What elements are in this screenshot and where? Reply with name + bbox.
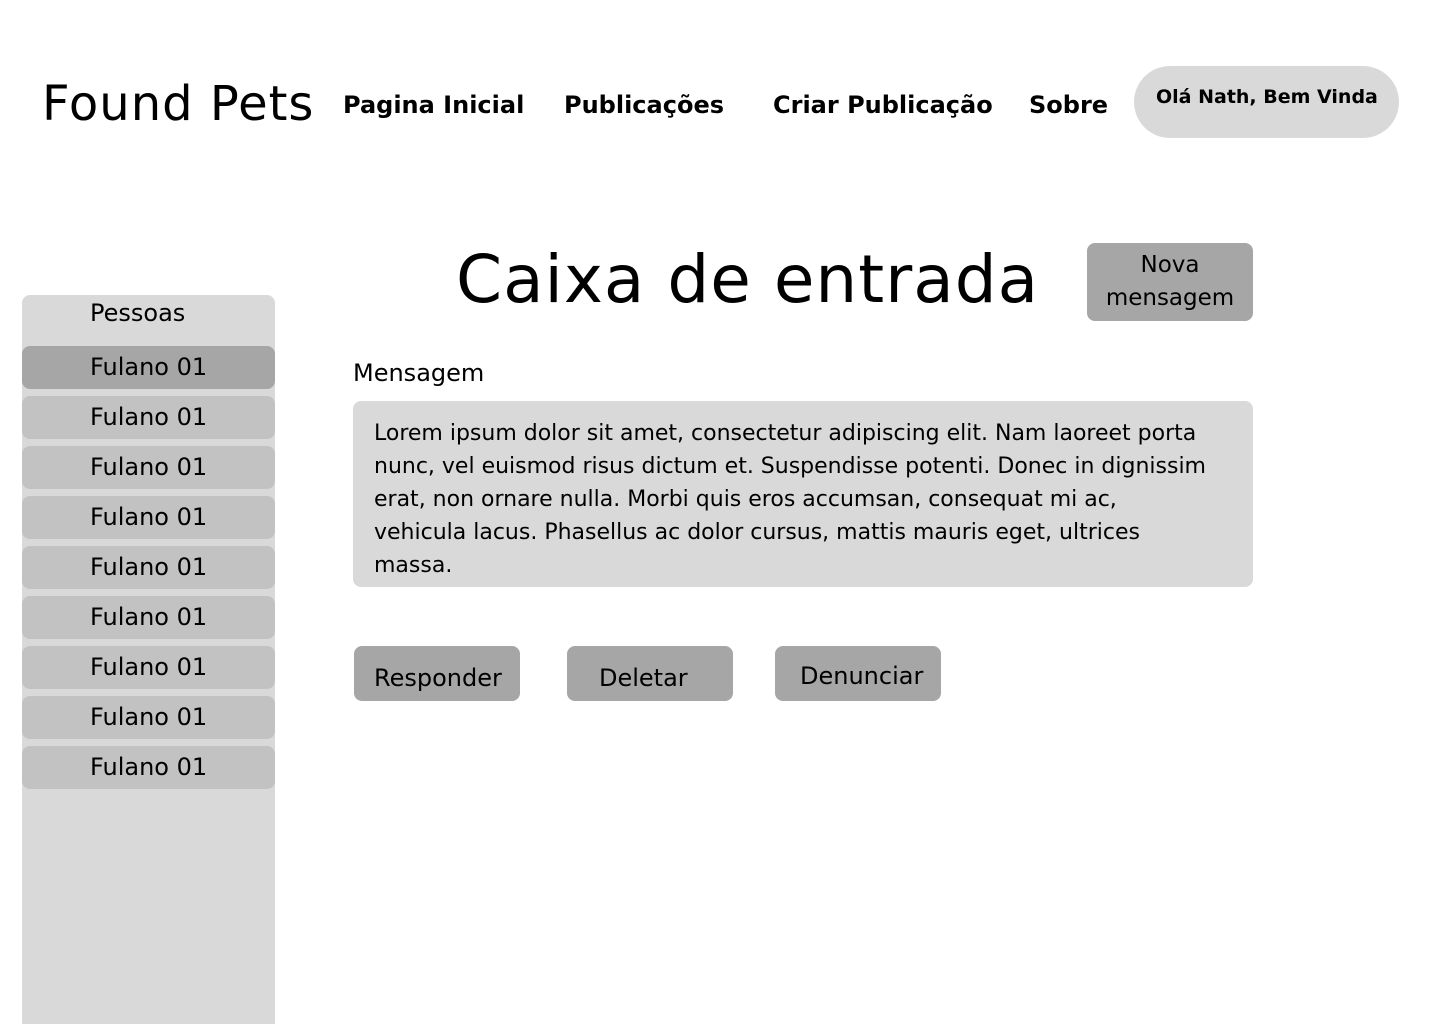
sidebar-item-person[interactable]: Fulano 01 (22, 446, 275, 489)
nav-link-home[interactable]: Pagina Inicial (343, 88, 524, 122)
nav-link-posts[interactable]: Publicações (564, 88, 724, 122)
sidebar-title: Pessoas (90, 299, 186, 327)
report-button[interactable]: Denunciar (775, 646, 941, 701)
nav-link-create-post[interactable]: Criar Publicação (773, 88, 993, 122)
sidebar-item-person[interactable]: Fulano 01 (22, 496, 275, 539)
message-body: Lorem ipsum dolor sit amet, consectetur … (353, 401, 1253, 587)
sidebar-item-person[interactable]: Fulano 01 (22, 696, 275, 739)
sidebar-item-person[interactable]: Fulano 01 (22, 396, 275, 439)
delete-button[interactable]: Deletar (567, 646, 733, 701)
people-sidebar: Pessoas Fulano 01 Fulano 01 Fulano 01 Fu… (22, 295, 275, 1024)
page-title: Caixa de entrada (456, 241, 1040, 318)
new-message-button[interactable]: Nova mensagem (1087, 243, 1253, 321)
reply-button[interactable]: Responder (354, 646, 520, 701)
sidebar-item-person[interactable]: Fulano 01 (22, 646, 275, 689)
sidebar-item-person[interactable]: Fulano 01 (22, 596, 275, 639)
sidebar-item-person[interactable]: Fulano 01 (22, 546, 275, 589)
message-label: Mensagem (353, 359, 485, 387)
sidebar-item-person[interactable]: Fulano 01 (22, 346, 275, 389)
nav-link-about[interactable]: Sobre (1029, 88, 1108, 122)
sidebar-item-person[interactable]: Fulano 01 (22, 746, 275, 789)
app-logo[interactable]: Found Pets (42, 74, 314, 134)
user-greeting-button[interactable]: Olá Nath, Bem Vinda (1134, 66, 1399, 138)
